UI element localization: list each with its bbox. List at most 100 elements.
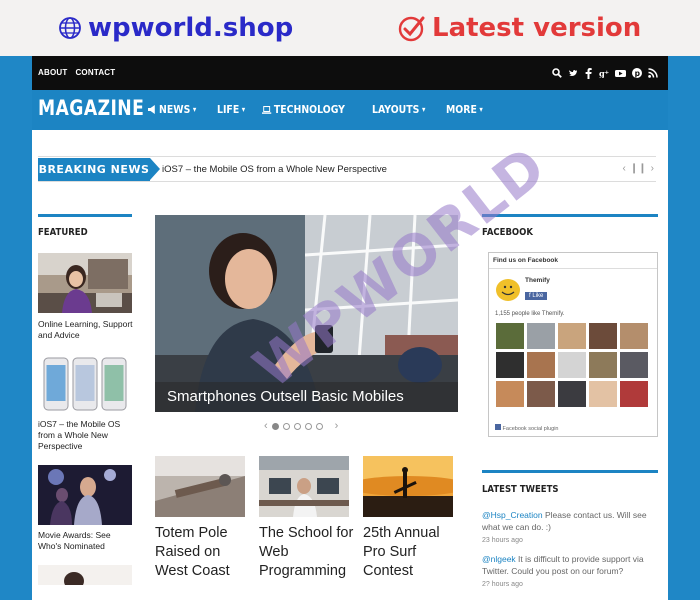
latest-version-text: Latest version [432, 13, 642, 43]
megaphone-icon [148, 105, 155, 114]
fan-avatar[interactable] [527, 323, 555, 349]
latest-tweets-title: LATEST TWEETS [482, 484, 559, 495]
menu-item-layouts[interactable]: LAYOUTS ▾ [372, 103, 425, 116]
main-slider[interactable]: Smartphones Outsell Basic Mobiles [155, 215, 458, 412]
fan-avatar[interactable] [496, 381, 524, 407]
breaking-news-ticker: BREAKING NEWS iOS7 – the Mobile OS from … [38, 156, 656, 182]
chevron-down-icon: ▾ [479, 105, 484, 114]
slider-dot-4[interactable] [304, 422, 312, 430]
fan-avatar[interactable] [589, 323, 617, 349]
pinterest-icon[interactable]: p [631, 66, 642, 80]
tweet-handle[interactable]: @Hsp_Creation [482, 510, 543, 520]
menu-item-life[interactable]: LIFE ▾ [217, 103, 245, 116]
facebook-plugin-credit: Facebook social plugin [495, 424, 558, 432]
fan-avatar[interactable] [558, 323, 586, 349]
featured-caption-movie-awards[interactable]: Movie Awards: See Who's Nominated [38, 530, 134, 552]
article-image-web-school[interactable] [259, 456, 349, 517]
slider-caption[interactable]: Smartphones Outsell Basic Mobiles [155, 382, 458, 412]
globe-icon [59, 17, 81, 39]
google-plus-icon[interactable]: g + [599, 66, 610, 80]
facebook-likes-count: 1,155 people like Themify. [495, 311, 565, 317]
featured-caption-learning[interactable]: Online Learning, Support and Advice [38, 319, 134, 341]
facebook-box-header: Find us on Facebook [489, 253, 657, 269]
brand-badge[interactable]: wpworld.shop [58, 13, 293, 43]
website-preview: ABOUT CONTACT g + p MAGAZINE NEWS ▾ LIFE… [32, 56, 668, 600]
fan-avatar[interactable] [496, 352, 524, 378]
chevron-down-icon: ▾ [421, 105, 425, 114]
facebook-like-label: Like [532, 293, 544, 299]
fan-avatar[interactable] [527, 352, 555, 378]
slider-dot-3[interactable] [293, 422, 301, 430]
article-title-web-school[interactable]: The School for Web Programming [259, 524, 355, 581]
featured-image-partial[interactable] [38, 565, 132, 585]
check-circle-icon [398, 16, 425, 42]
fan-avatar[interactable] [620, 352, 648, 378]
twitter-icon[interactable] [567, 66, 578, 80]
menu-label-layouts: LAYOUTS [371, 103, 419, 116]
chevron-left-icon[interactable]: ‹ [264, 420, 268, 432]
fan-avatar[interactable] [620, 381, 648, 407]
laptop-icon [261, 105, 272, 114]
slider-dot-2[interactable] [282, 422, 290, 430]
menu-label-technology: TECHNOLOGY [273, 103, 345, 116]
article-image-totem-pole[interactable] [155, 456, 245, 517]
fan-avatar[interactable] [558, 352, 586, 378]
fan-avatar[interactable] [589, 352, 617, 378]
promo-header: wpworld.shop Latest version [0, 0, 700, 56]
fan-avatar[interactable] [527, 381, 555, 407]
svg-text:+: + [605, 70, 610, 76]
menu-item-technology[interactable]: TECHNOLOGY [261, 103, 345, 116]
slider-dot-1[interactable] [271, 422, 279, 430]
article-title-surf-contest[interactable]: 25th Annual Pro Surf Contest [363, 524, 459, 581]
tweet-handle[interactable]: @nlgeek [482, 554, 516, 564]
menu-item-news[interactable]: NEWS ▾ [148, 103, 196, 116]
facebook-title: FACEBOOK [482, 227, 533, 238]
featured-image-movie-awards[interactable] [38, 465, 132, 525]
breaking-news-label: BREAKING NEWS [38, 158, 160, 181]
facebook-page-block: Themify f Like [525, 277, 550, 303]
menu-label-news: NEWS [159, 103, 191, 116]
facebook-plugin-text: Facebook social plugin [502, 426, 559, 432]
fan-avatar[interactable] [589, 381, 617, 407]
themify-logo-icon[interactable] [495, 277, 521, 303]
featured-title: FEATURED [38, 227, 88, 238]
fan-avatar[interactable] [496, 323, 524, 349]
featured-image-learning[interactable] [38, 253, 132, 313]
svg-text:p: p [634, 69, 640, 78]
chevron-right-icon[interactable]: › [651, 163, 654, 174]
tweet-time[interactable]: 23 hours ago [482, 535, 660, 547]
menu-label-life: LIFE [216, 103, 240, 116]
tweets-rule [482, 470, 658, 473]
chevron-right-icon[interactable]: › [335, 420, 339, 432]
tweet-time[interactable]: 2? hours ago [482, 579, 660, 591]
youtube-icon[interactable] [615, 66, 626, 80]
breaking-news-headline[interactable]: iOS7 – the Mobile OS from a Whole New Pe… [162, 164, 387, 175]
facebook-like-box: Find us on Facebook Themify f Like 1,155… [488, 252, 658, 437]
featured-rule [38, 214, 132, 217]
chevron-down-icon: ▾ [241, 105, 245, 114]
slider-dot-5[interactable] [315, 422, 323, 430]
chevron-left-icon[interactable]: ‹ [623, 163, 626, 174]
slider-pagination: ‹ › [264, 420, 338, 432]
search-icon[interactable] [551, 66, 562, 80]
fan-avatar[interactable] [620, 323, 648, 349]
site-logo[interactable]: MAGAZINE [38, 96, 144, 120]
featured-caption-ios7[interactable]: iOS7 – the Mobile OS from a Whole New Pe… [38, 419, 134, 452]
article-title-totem-pole[interactable]: Totem Pole Raised on West Coast [155, 524, 251, 581]
article-image-surf-contest[interactable] [363, 456, 453, 517]
main-menu: NEWS ▾ LIFE ▾ TECHNOLOGY LAYOUTS ▾ MORE … [148, 103, 490, 116]
about-link[interactable]: ABOUT [38, 68, 67, 77]
facebook-icon[interactable] [583, 66, 594, 80]
contact-link[interactable]: CONTACT [75, 68, 115, 77]
facebook-icon [495, 424, 501, 430]
fan-avatar[interactable] [558, 381, 586, 407]
facebook-like-button[interactable]: f Like [525, 292, 548, 300]
facebook-rule [482, 214, 658, 217]
main-navbar: MAGAZINE NEWS ▾ LIFE ▾ TECHNOLOGY LAYOUT… [32, 90, 668, 130]
featured-image-ios7[interactable] [38, 354, 132, 414]
facebook-page-name[interactable]: Themify [525, 277, 550, 284]
pause-icon[interactable]: ❙❙ [630, 163, 647, 174]
facebook-page-info: Themify f Like [495, 277, 550, 303]
menu-item-more[interactable]: MORE ▾ [446, 103, 483, 116]
rss-icon[interactable] [647, 66, 658, 80]
